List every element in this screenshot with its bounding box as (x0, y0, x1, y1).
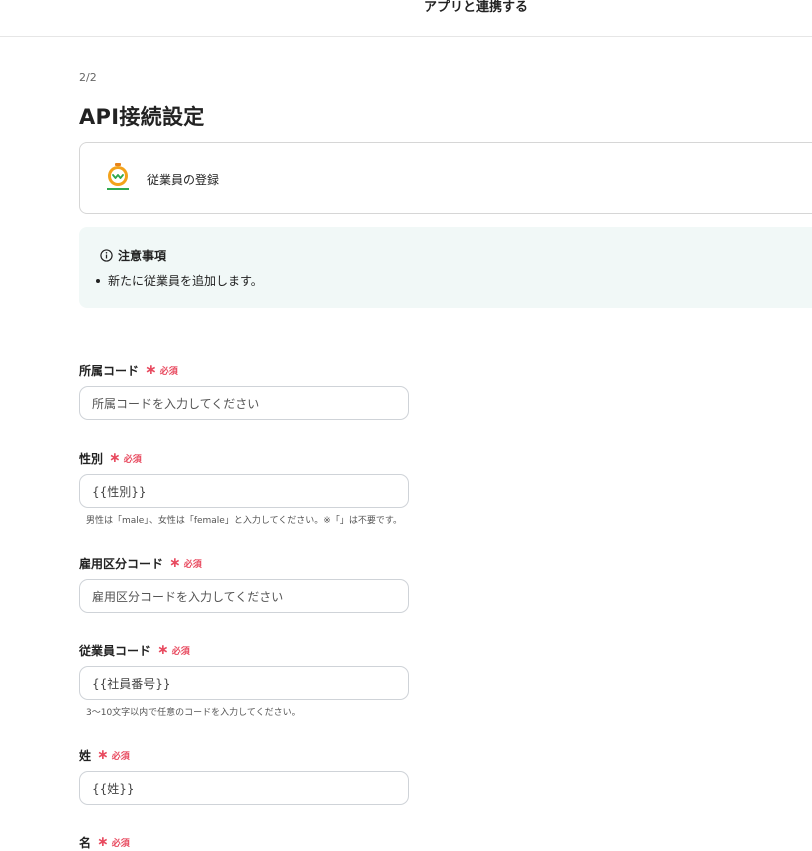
field-label: 雇用区分コード (79, 556, 164, 571)
last-name-input[interactable]: {{姓}} (79, 771, 409, 805)
action-label: 従業員の登録 (147, 173, 220, 187)
header-title: アプリと連携する (423, 0, 528, 15)
hrmos-logo-icon (107, 163, 129, 190)
field-gender: 性別 ∗ 必須 {{性別}} 男性は「male」、女性は「female」と入力し… (79, 450, 411, 526)
field-label: 性別 (79, 451, 104, 466)
required-badge: 必須 (183, 559, 202, 570)
page-title: API接続設定 (79, 105, 205, 129)
field-employee-code: 従業員コード ∗ 必須 {{社員番号}} 3～10文字以内で任意のコードを入力し… (79, 642, 411, 718)
bullet-icon (96, 278, 100, 283)
notice-item-text: 新たに従業員を追加します。 (108, 274, 263, 288)
input-value: {{性別}} (92, 484, 147, 499)
step-indicator: 2/2 (79, 71, 97, 84)
required-badge: 必須 (111, 751, 130, 762)
action-card[interactable]: 従業員の登録 (79, 142, 812, 214)
required-badge: 必須 (171, 646, 190, 657)
department-code-input[interactable]: 所属コードを入力してください (79, 386, 409, 420)
field-label: 従業員コード (79, 643, 152, 658)
employee-code-input[interactable]: {{社員番号}} (79, 666, 409, 700)
notice-title: 注意事項 (118, 249, 167, 263)
required-badge: 必須 (159, 366, 178, 377)
field-label: 名 (79, 835, 92, 850)
input-placeholder: 所属コードを入力してください (92, 396, 260, 411)
required-asterisk-icon: ∗ (97, 834, 109, 850)
notice-box: 注意事項 新たに従業員を追加します。 (79, 227, 812, 308)
notice-list: 新たに従業員を追加します。 (96, 272, 263, 289)
input-placeholder: 雇用区分コードを入力してください (92, 589, 284, 604)
info-icon (100, 249, 113, 262)
field-label: 姓 (79, 748, 92, 763)
required-badge: 必須 (111, 838, 130, 849)
field-employment-type-code: 雇用区分コード ∗ 必須 雇用区分コードを入力してください (79, 555, 411, 613)
field-label: 所属コード (79, 363, 140, 378)
input-value: {{社員番号}} (92, 676, 171, 691)
notice-item: 新たに従業員を追加します。 (96, 272, 263, 289)
notice-header: 注意事項 (100, 247, 166, 264)
required-asterisk-icon: ∗ (169, 555, 181, 571)
input-value: {{姓}} (92, 781, 135, 796)
required-badge: 必須 (123, 454, 142, 465)
field-first-name: 名 ∗ 必須 (79, 834, 411, 850)
required-asterisk-icon: ∗ (145, 362, 157, 378)
required-asterisk-icon: ∗ (157, 642, 169, 658)
required-asterisk-icon: ∗ (97, 747, 109, 763)
employee-code-help-text: 3～10文字以内で任意のコードを入力してください。 (86, 708, 301, 718)
gender-help-text: 男性は「male」、女性は「female」と入力してください。※「」は不要です。 (86, 516, 402, 526)
field-last-name: 姓 ∗ 必須 {{姓}} (79, 747, 411, 805)
top-bar: アプリと連携する (0, 0, 812, 37)
required-asterisk-icon: ∗ (109, 450, 121, 466)
employment-type-code-input[interactable]: 雇用区分コードを入力してください (79, 579, 409, 613)
field-department-code: 所属コード ∗ 必須 所属コードを入力してください (79, 362, 411, 420)
gender-input[interactable]: {{性別}} (79, 474, 409, 508)
